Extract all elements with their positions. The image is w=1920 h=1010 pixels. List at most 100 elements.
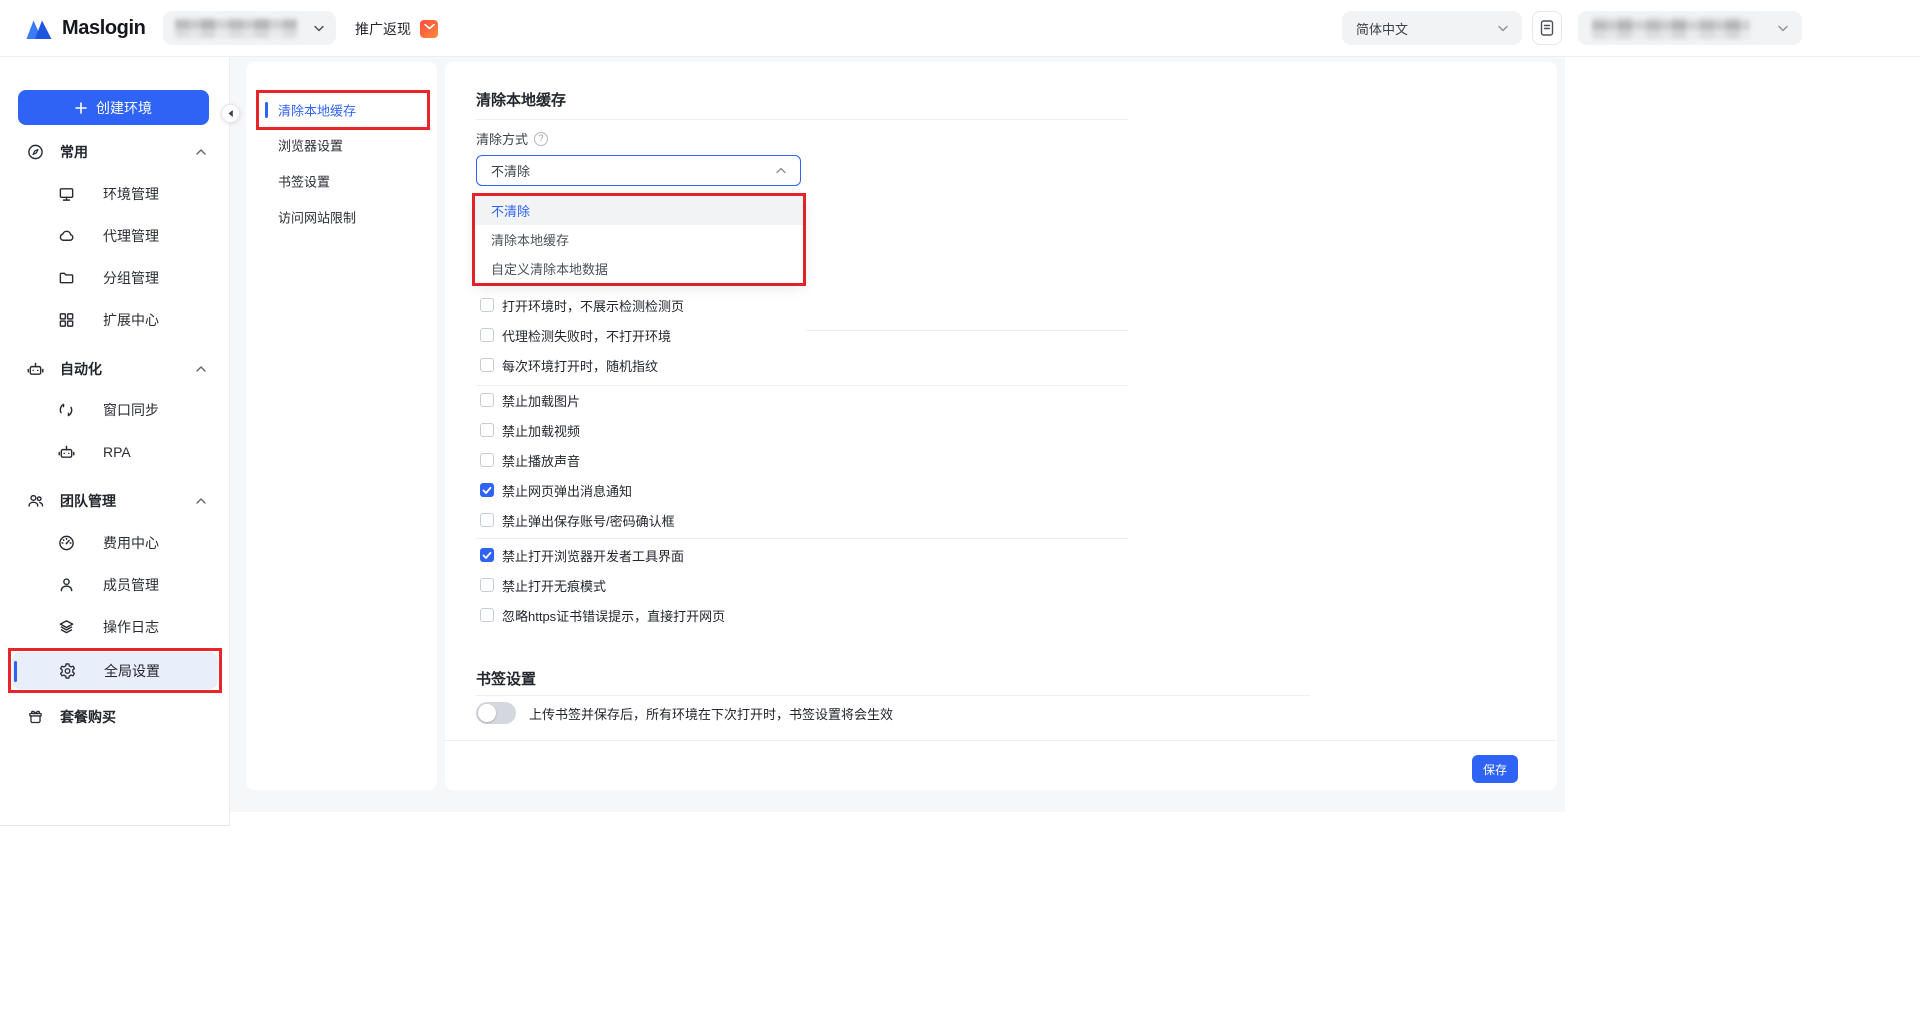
help-icon[interactable]	[534, 131, 549, 146]
checkbox[interactable]	[480, 393, 494, 407]
select-value: 不清除	[491, 164, 531, 179]
sidebar-section-label: 团队管理	[60, 493, 116, 509]
bookmark-toggle-label: 上传书签并保存后，所有环境在下次打开时，书签设置将会生效	[529, 706, 894, 722]
checkbox[interactable]	[480, 548, 494, 562]
user-account-menu[interactable]	[1578, 11, 1802, 45]
sidebar-item-label: 全局设置	[104, 662, 160, 679]
checkbox-row[interactable]: 忽略https证书错误提示，直接打开网页	[480, 603, 725, 627]
checkbox-row[interactable]: 禁止加载图片	[480, 388, 580, 412]
divider	[476, 385, 1128, 386]
checkbox-label: 禁止打开浏览器开发者工具界面	[502, 548, 685, 564]
save-button[interactable]: 保存	[1472, 755, 1518, 783]
sidebar-item-extensions[interactable]: 扩展中心	[0, 299, 230, 341]
collapse-panel-button[interactable]	[221, 104, 240, 123]
divider	[476, 538, 1128, 539]
settings-nav-item-browser[interactable]: 浏览器设置	[246, 127, 437, 163]
sidebar-item-rpa[interactable]: RPA	[0, 431, 230, 473]
dropdown-option-label: 自定义清除本地数据	[491, 262, 609, 277]
settings-nav-label: 清除本地缓存	[278, 103, 357, 119]
active-indicator-bar	[265, 102, 268, 118]
checkbox-label: 禁止网页弹出消息通知	[502, 483, 633, 499]
checkbox[interactable]	[480, 578, 494, 592]
promo-label: 推广返现	[355, 20, 411, 37]
dropdown-option-custom-clear[interactable]: 自定义清除本地数据	[475, 254, 803, 283]
content-area: 清除本地缓存 浏览器设置 书签设置 访问网站限制 清除本地缓存 清除方式 不清除…	[230, 57, 1565, 812]
checkbox-row[interactable]: 代理检测失败时，不打开环境	[480, 323, 671, 347]
clear-method-select[interactable]: 不清除	[476, 155, 801, 186]
checkbox-row[interactable]: 禁止弹出保存账号/密码确认框	[480, 508, 675, 532]
sidebar-item-groups[interactable]: 分组管理	[0, 257, 230, 299]
layers-icon	[58, 619, 75, 636]
compass-icon	[27, 144, 44, 161]
checkbox-row[interactable]: 禁止打开无痕模式	[480, 573, 606, 597]
grid-icon	[58, 312, 75, 329]
checkbox-label: 禁止打开无痕模式	[502, 578, 607, 594]
checkbox[interactable]	[480, 423, 494, 437]
checkbox-row[interactable]: 禁止打开浏览器开发者工具界面	[480, 543, 684, 567]
checkbox[interactable]	[480, 328, 494, 342]
person-icon	[58, 577, 75, 594]
app-header: Maslogin 推广返现 简体中文	[0, 0, 1920, 57]
sidebar-section-team[interactable]: 团队管理	[0, 480, 230, 522]
checkbox[interactable]	[480, 358, 494, 372]
checkbox-row[interactable]: 禁止播放声音	[480, 448, 580, 472]
plus-icon	[75, 101, 87, 114]
settings-nav-item-site-restrictions[interactable]: 访问网站限制	[246, 199, 437, 235]
language-selector[interactable]: 简体中文	[1342, 11, 1522, 45]
dropdown-option-label: 不清除	[491, 204, 531, 219]
bookmark-upload-toggle[interactable]	[476, 702, 516, 724]
maslogin-logo-icon	[26, 20, 52, 39]
checkbox-row[interactable]: 禁止网页弹出消息通知	[480, 478, 632, 502]
checkbox-row[interactable]: 打开环境时，不展示检测检测页	[480, 293, 684, 317]
bookmark-toggle-row: 上传书签并保存后，所有环境在下次打开时，书签设置将会生效	[476, 702, 893, 724]
settings-nav-item-clear-cache[interactable]: 清除本地缓存	[259, 93, 427, 127]
sidebar-section-label: 自动化	[60, 361, 102, 377]
docs-button[interactable]	[1532, 11, 1562, 45]
toggle-knob	[478, 704, 496, 722]
sidebar-item-proxies[interactable]: 代理管理	[0, 215, 230, 257]
checkbox-row[interactable]: 每次环境打开时，随机指纹	[480, 353, 658, 377]
monitor-icon	[58, 186, 75, 203]
dropdown-option-clear-cache[interactable]: 清除本地缓存	[475, 225, 803, 254]
checkbox[interactable]	[480, 608, 494, 622]
settings-nav-item-bookmarks[interactable]: 书签设置	[246, 163, 437, 199]
checkbox[interactable]	[480, 453, 494, 467]
sidebar-item-purchase-plan[interactable]: 套餐购买	[0, 696, 230, 738]
triangle-left-icon	[228, 110, 233, 117]
sidebar-item-billing[interactable]: 费用中心	[0, 522, 230, 564]
red-envelope-icon	[420, 19, 438, 38]
annotation-box-dropdown-options: 不清除 清除本地缓存 自定义清除本地数据	[472, 193, 806, 286]
chevron-down-icon	[1778, 25, 1788, 31]
checkbox[interactable]	[480, 483, 494, 497]
sidebar-item-global-settings[interactable]: 全局设置	[12, 652, 218, 689]
sidebar-item-label: 费用中心	[103, 535, 159, 551]
checkbox-row[interactable]: 禁止加载视频	[480, 418, 580, 442]
gift-icon	[27, 709, 44, 726]
create-environment-button[interactable]: 创建环境	[18, 90, 209, 125]
settings-nav-label: 书签设置	[278, 174, 331, 190]
sidebar-item-members[interactable]: 成员管理	[0, 564, 230, 606]
sidebar-section-automation[interactable]: 自动化	[0, 348, 230, 390]
document-icon	[1540, 20, 1554, 36]
sidebar-section-common[interactable]: 常用	[0, 131, 230, 173]
promo-cashback-link[interactable]: 推广返现	[355, 0, 438, 57]
sidebar-item-label: 分组管理	[103, 270, 159, 286]
checkbox-label: 禁止弹出保存账号/密码确认框	[502, 513, 675, 529]
settings-nav-label: 浏览器设置	[278, 138, 344, 154]
team-icon	[27, 493, 44, 510]
sync-icon	[58, 402, 74, 418]
cloud-icon	[58, 228, 75, 245]
checkbox[interactable]	[480, 513, 494, 527]
folder-icon	[58, 270, 75, 287]
sidebar-item-label: 代理管理	[103, 228, 159, 244]
sidebar-item-operation-logs[interactable]: 操作日志	[0, 606, 230, 648]
settings-nav-label: 访问网站限制	[278, 210, 357, 226]
sidebar-item-environments[interactable]: 环境管理	[0, 173, 230, 215]
sidebar-item-label: 套餐购买	[60, 709, 116, 725]
dropdown-option-no-clear[interactable]: 不清除	[475, 196, 803, 225]
sidebar-item-label: 窗口同步	[103, 402, 159, 418]
workspace-selector[interactable]	[163, 11, 336, 45]
brand-logo: Maslogin	[26, 0, 146, 57]
sidebar-item-window-sync[interactable]: 窗口同步	[0, 389, 230, 431]
checkbox[interactable]	[480, 298, 494, 312]
